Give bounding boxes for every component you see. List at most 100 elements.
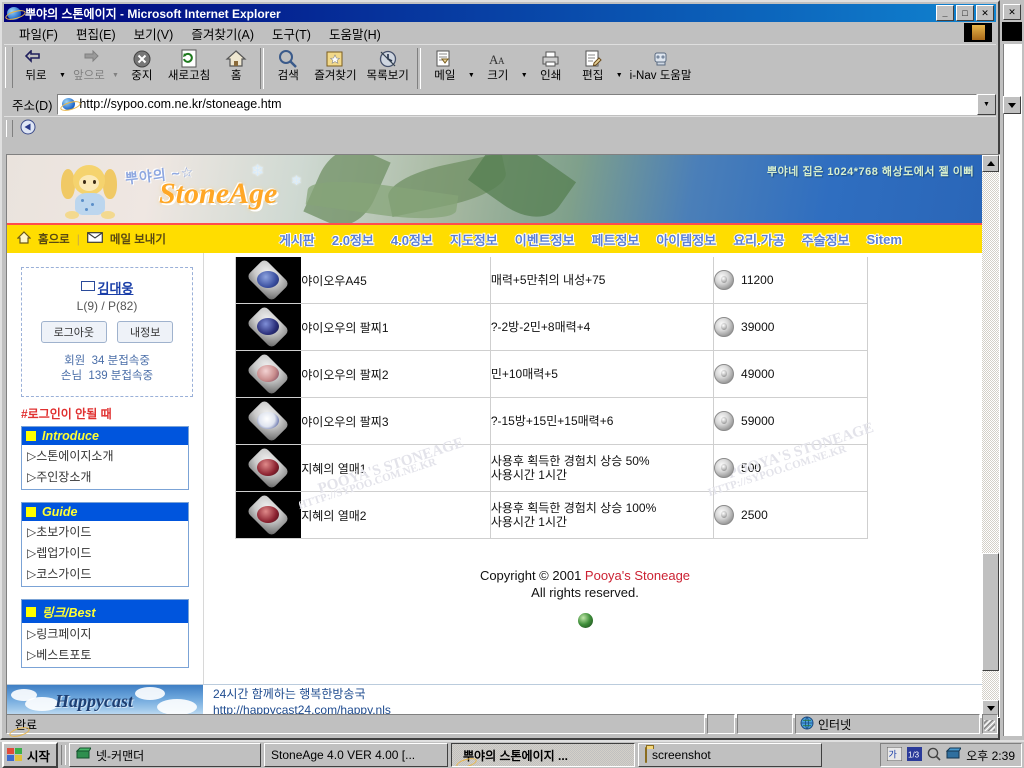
nav-item-sitemap[interactable]: Sitem xyxy=(867,232,902,247)
page-scrollbar-vertical[interactable] xyxy=(982,155,999,717)
toolbar-forward-button[interactable]: 앞으로 xyxy=(68,45,110,92)
content-area: POOYA'S STONEAGE HTTP://SYPOO.COM.NE.KR … xyxy=(235,253,935,628)
sidebar-item-best-photo[interactable]: ▷베스트포토 xyxy=(22,644,188,665)
nav-item-iteminfo[interactable]: 아이템정보 xyxy=(656,230,716,249)
forward-dropdown-arrow[interactable]: ▼ xyxy=(110,45,121,92)
address-input[interactable]: http://sypoo.com.ne.kr/stoneage.htm xyxy=(57,93,977,115)
sidebar-item-stoneage-intro[interactable]: ▷스톤에이지소개 xyxy=(22,445,188,466)
myinfo-button[interactable]: 내정보 xyxy=(117,321,174,343)
nav-item-petinfo[interactable]: 페트정보 xyxy=(592,230,640,249)
taskbar-item-screenshot-folder[interactable]: screenshot xyxy=(638,743,823,767)
background-ie-logo xyxy=(1002,22,1022,41)
mail-icon xyxy=(86,232,103,246)
nav-item-eventinfo[interactable]: 이벤트정보 xyxy=(515,230,575,249)
ad-banner[interactable]: Happycast 24시간 함께하는 행복한방송국 http://happyc… xyxy=(7,684,982,717)
sidebar-item-beginner-guide[interactable]: ▷초보가이드 xyxy=(22,521,188,542)
table-row[interactable]: 지혜의 열매1 사용후 획득한 경험치 상승 50% 사용시간 1시간 500 xyxy=(235,444,868,492)
links-back-icon[interactable] xyxy=(19,119,37,138)
security-zone-cell[interactable]: 인터넷 xyxy=(795,714,980,734)
nav-main-items: 게시판 2.0정보 4.0정보 지도정보 이벤트정보 페트정보 아이템정보 요리… xyxy=(279,225,902,253)
nav-item-20info[interactable]: 2.0정보 xyxy=(332,230,374,249)
sidebar-item-owner-intro[interactable]: ▷주인장소개 xyxy=(22,466,188,487)
sidebar-item-levelup-guide[interactable]: ▷렙업가이드 xyxy=(22,542,188,563)
menu-edit[interactable]: 편집(E) xyxy=(67,22,125,45)
window-resize-grip[interactable] xyxy=(982,714,998,734)
toolbar-inav-button[interactable]: i-Nav 도움말 xyxy=(625,45,697,92)
mascot-image xyxy=(59,163,121,223)
table-row[interactable]: 야이오우의 팔찌2 민+10매력+5 49000 xyxy=(235,350,868,398)
taskbar-item-net-commander[interactable]: 넷-커맨더 xyxy=(69,743,262,767)
toolbar-favorites-button[interactable]: 즐겨찾기 xyxy=(309,45,361,92)
toolbar-fontsize-button[interactable]: AA 크기 xyxy=(477,45,519,92)
edit-dropdown-arrow[interactable]: ▼ xyxy=(614,45,625,92)
item-table: 야이오우A45 매력+5만취의 내성+75 11200 야이오우의 팔찌1 ?-… xyxy=(235,257,868,539)
scroll-up-button[interactable] xyxy=(982,155,999,172)
back-dropdown-arrow[interactable]: ▼ xyxy=(57,45,68,92)
nav-item-cooking[interactable]: 요리.가공 xyxy=(733,230,784,249)
network-icon[interactable] xyxy=(946,747,963,763)
scrollbar-thumb[interactable] xyxy=(982,553,999,671)
toolbar-search-button[interactable]: 검색 xyxy=(267,45,309,92)
sidebar-item-course-guide[interactable]: ▷코스가이드 xyxy=(22,563,188,584)
nav-item-board[interactable]: 게시판 xyxy=(279,230,315,249)
table-row[interactable]: 지혜의 열매2 사용후 획득한 경험치 상승 100% 사용시간 1시간 250… xyxy=(235,491,868,539)
nav-item-40info[interactable]: 4.0정보 xyxy=(391,230,433,249)
login-username[interactable]: 김대웅 xyxy=(98,281,134,296)
table-row[interactable]: 야이오우의 팔찌3 ?-15방+15민+15매력+6 59000 xyxy=(235,397,868,445)
toolbar-grip[interactable] xyxy=(5,47,13,88)
toolbar-inav-label: i-Nav 도움말 xyxy=(629,70,692,82)
item-name: 야이오우의 팔찌2 xyxy=(301,350,491,398)
menu-file[interactable]: 파일(F) xyxy=(10,22,67,45)
login-help-note[interactable]: #로그인이 안될 때 xyxy=(21,405,203,422)
keyboard-ime-icon[interactable]: 가 xyxy=(886,746,903,764)
home-icon xyxy=(225,47,247,71)
start-button[interactable]: 시작 xyxy=(2,742,59,768)
toolbar-print-button[interactable]: 인쇄 xyxy=(530,45,572,92)
logout-button[interactable]: 로그아웃 xyxy=(40,321,108,343)
toolbar-edit-button[interactable]: 편집 xyxy=(572,45,614,92)
background-scroll-down-button[interactable] xyxy=(1003,96,1021,114)
toolbar-refresh-button[interactable]: 새로고침 xyxy=(163,45,215,92)
nav-sendmail-link[interactable]: 메일 보내기 xyxy=(110,231,166,247)
maximize-button[interactable]: □ xyxy=(956,5,974,21)
input-method-icon[interactable]: 1/3 xyxy=(907,746,923,764)
status-cell-b xyxy=(737,714,793,734)
menu-tools[interactable]: 도구(T) xyxy=(263,22,320,45)
mail-dropdown-arrow[interactable]: ▼ xyxy=(466,45,477,92)
coin-icon xyxy=(714,411,735,431)
table-row[interactable]: 야이오우의 팔찌1 ?-2방-2민+8매력+4 39000 xyxy=(235,303,868,351)
background-scrollbar[interactable] xyxy=(1003,44,1022,736)
menu-favorites[interactable]: 즐겨찾기(A) xyxy=(182,22,263,45)
toolbar-history-button[interactable]: 목록보기 xyxy=(362,45,414,92)
background-close-button[interactable]: ✕ xyxy=(1003,4,1021,20)
fontsize-dropdown-arrow[interactable]: ▼ xyxy=(519,45,530,92)
font-size-icon: AA xyxy=(487,47,509,71)
toolbar-home-button[interactable]: 홈 xyxy=(215,45,257,92)
sidebar-item-link-page[interactable]: ▷링크페이지 xyxy=(22,623,188,644)
table-row[interactable]: 야이오우A45 매력+5만취의 내성+75 11200 xyxy=(235,257,868,304)
toolbar-stop-button[interactable]: 중지 xyxy=(121,45,163,92)
item-icon xyxy=(237,352,299,396)
forward-arrow-icon xyxy=(78,47,100,71)
snowflake-icon: ❄ xyxy=(291,173,302,188)
toolbar-back-button[interactable]: 뒤로 xyxy=(15,45,57,92)
menu-help[interactable]: 도움말(H) xyxy=(320,22,390,45)
magnifier-icon[interactable] xyxy=(927,747,941,764)
nav-item-magicinfo[interactable]: 주술정보 xyxy=(802,230,850,249)
item-image-cell xyxy=(235,350,302,398)
taskbar-item-stoneage-client[interactable]: StoneAge 4.0 VER 4.00 [... xyxy=(264,743,449,767)
address-dropdown-button[interactable]: ▼ xyxy=(977,93,996,115)
minimize-button[interactable]: _ xyxy=(936,5,954,21)
links-bar-grip[interactable] xyxy=(6,119,13,137)
taskbar-clock[interactable]: 오후 2:39 xyxy=(966,747,1015,764)
nav-home-link[interactable]: 홈으로 xyxy=(38,231,70,247)
item-name: 지혜의 열매1 xyxy=(301,444,491,492)
toolbar-mail-button[interactable]: 메일 xyxy=(424,45,466,92)
taskbar-item-browser[interactable]: 뿌야의 스톤에이지 ... xyxy=(451,743,636,767)
nav-item-mapinfo[interactable]: 지도정보 xyxy=(450,230,498,249)
toolbar-edit-label: 편집 xyxy=(582,70,604,82)
menu-view[interactable]: 보기(V) xyxy=(125,22,183,45)
copyright-site-name: Pooya's Stoneage xyxy=(584,568,691,583)
close-button[interactable]: ✕ xyxy=(976,5,994,21)
page-viewport: 뿌야의 ~☆ StoneAge ❄ ❄ 뿌야네 집은 1024*768 해상도에… xyxy=(6,154,1000,718)
